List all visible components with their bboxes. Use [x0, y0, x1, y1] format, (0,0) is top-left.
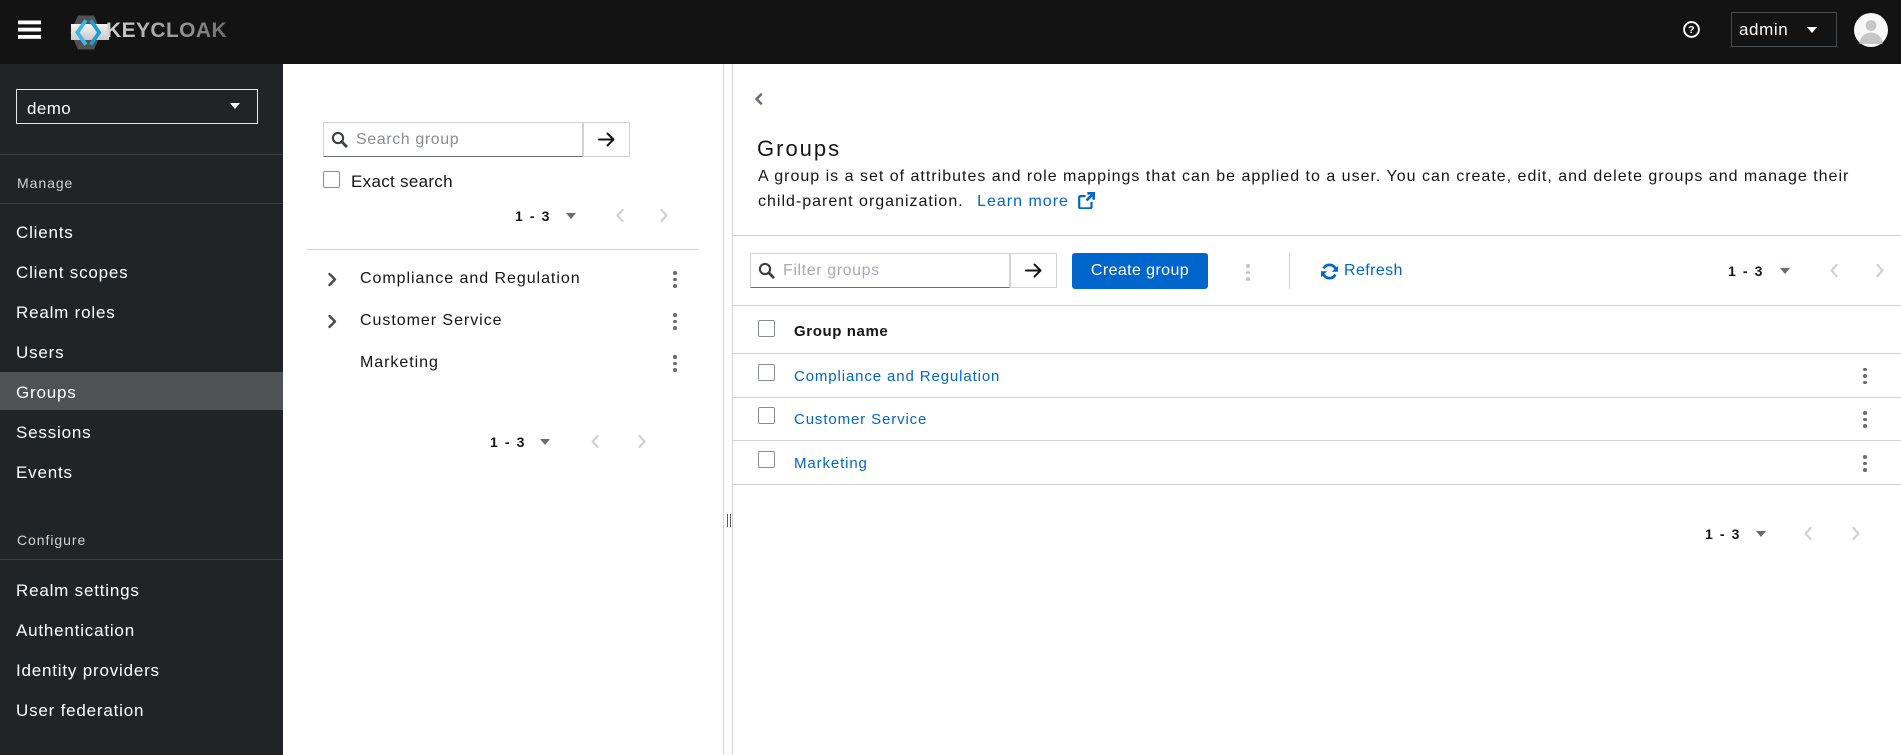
svg-text:?: ?: [1688, 24, 1695, 36]
